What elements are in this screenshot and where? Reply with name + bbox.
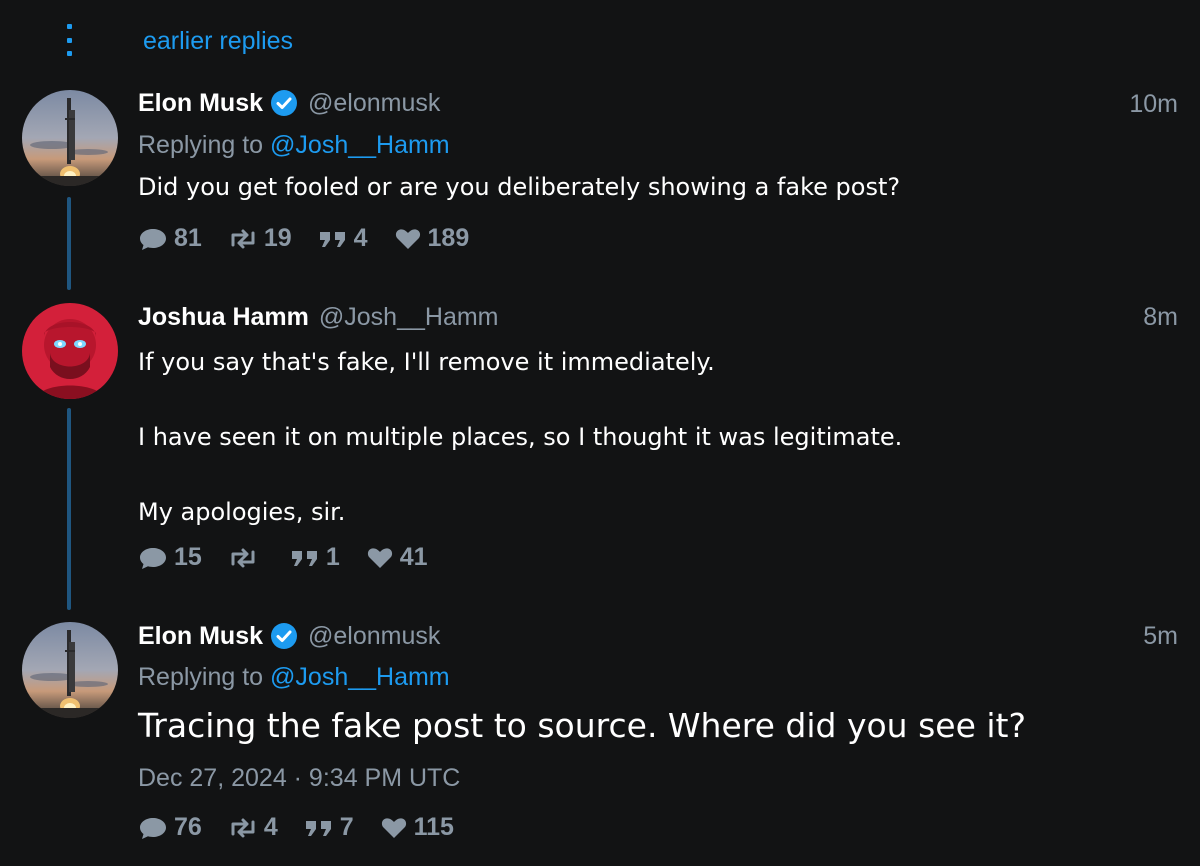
like-count: 115 xyxy=(413,813,454,841)
repost-icon xyxy=(231,548,255,567)
like-count: 189 xyxy=(427,224,470,252)
post-text: Tracing the fake post to source. Where d… xyxy=(138,706,1026,745)
replying-to: Replying to @Josh__Hamm xyxy=(138,131,450,160)
reply-stat[interactable]: 15 xyxy=(138,543,202,572)
like-stat[interactable]: 41 xyxy=(366,543,428,572)
quote-stat[interactable]: 1 xyxy=(290,543,340,572)
comment-icon xyxy=(140,547,166,569)
replying-prefix: Replying to xyxy=(138,131,271,159)
quote-count: 1 xyxy=(325,543,340,571)
replying-to: Replying to @Josh__Hamm xyxy=(138,663,450,692)
post-time[interactable]: 5m xyxy=(1143,622,1178,651)
comment-icon xyxy=(140,228,166,250)
heart-icon xyxy=(395,228,420,249)
like-stat[interactable]: 189 xyxy=(394,224,470,253)
verified-badge-icon xyxy=(271,623,298,649)
author-handle[interactable]: @Josh__Hamm xyxy=(319,302,499,332)
earlier-replies-link[interactable]: earlier replies xyxy=(143,27,293,56)
post-date[interactable]: Dec 27, 2024 · 9:34 PM UTC xyxy=(138,764,460,793)
post-header: Elon Musk @elonmusk xyxy=(138,88,440,118)
avatar[interactable] xyxy=(22,90,118,186)
post-header: Joshua Hamm @Josh__Hamm xyxy=(138,302,499,332)
author-name[interactable]: Elon Musk xyxy=(138,621,263,651)
reply-count: 81 xyxy=(174,224,202,252)
quote-stat[interactable]: 7 xyxy=(304,813,354,842)
post-time[interactable]: 10m xyxy=(1129,90,1178,119)
repost-stat[interactable]: 19 xyxy=(228,224,292,253)
avatar[interactable] xyxy=(22,303,118,399)
reply-count: 15 xyxy=(174,543,202,571)
heart-icon xyxy=(367,547,392,568)
repost-icon xyxy=(231,818,255,837)
like-count: 41 xyxy=(399,543,428,571)
replying-prefix: Replying to xyxy=(138,663,271,691)
quote-icon xyxy=(319,231,345,247)
quote-icon xyxy=(305,820,331,836)
replying-to-link[interactable]: @Josh__Hamm xyxy=(270,663,450,691)
post-stats: 15 1 41 xyxy=(138,543,454,572)
author-name[interactable]: Joshua Hamm xyxy=(138,302,309,332)
quote-count: 4 xyxy=(353,224,368,252)
author-name[interactable]: Elon Musk xyxy=(138,88,263,118)
post-stats: 81 19 4 189 xyxy=(138,224,495,253)
reply-count: 76 xyxy=(174,813,202,841)
thread-line xyxy=(67,408,71,610)
reply-stat[interactable]: 76 xyxy=(138,813,202,842)
post-text: Did you get fooled or are you deliberate… xyxy=(138,173,901,201)
post-text: If you say that's fake, I'll remove it i… xyxy=(138,348,903,526)
repost-count: 19 xyxy=(263,224,292,252)
rocket-launch-photo-icon xyxy=(22,90,118,186)
comment-icon xyxy=(140,817,166,839)
more-dots-icon[interactable] xyxy=(62,24,76,56)
quote-stat[interactable]: 4 xyxy=(318,224,368,253)
repost-count: 4 xyxy=(263,813,278,841)
replying-to-link[interactable]: @Josh__Hamm xyxy=(270,131,450,159)
post-time[interactable]: 8m xyxy=(1143,303,1178,332)
author-handle[interactable]: @elonmusk xyxy=(308,88,440,118)
rocket-launch-photo-icon xyxy=(22,622,118,718)
verified-badge-icon xyxy=(271,90,298,116)
repost-stat[interactable] xyxy=(228,546,264,570)
post-stats: 76 4 7 115 xyxy=(138,813,480,842)
red-laser-eyes-portrait-icon xyxy=(22,303,118,399)
avatar[interactable] xyxy=(22,622,118,718)
heart-icon xyxy=(381,817,406,838)
repost-stat[interactable]: 4 xyxy=(228,813,278,842)
repost-icon xyxy=(231,229,255,248)
like-stat[interactable]: 115 xyxy=(380,813,454,842)
thread-view: earlier replies Elon Musk @elonmusk 10m … xyxy=(0,0,1200,866)
quote-count: 7 xyxy=(339,813,354,841)
post-header: Elon Musk @elonmusk xyxy=(138,621,440,651)
reply-stat[interactable]: 81 xyxy=(138,224,202,253)
quote-icon xyxy=(291,550,317,566)
thread-line xyxy=(67,197,71,290)
author-handle[interactable]: @elonmusk xyxy=(308,621,440,651)
